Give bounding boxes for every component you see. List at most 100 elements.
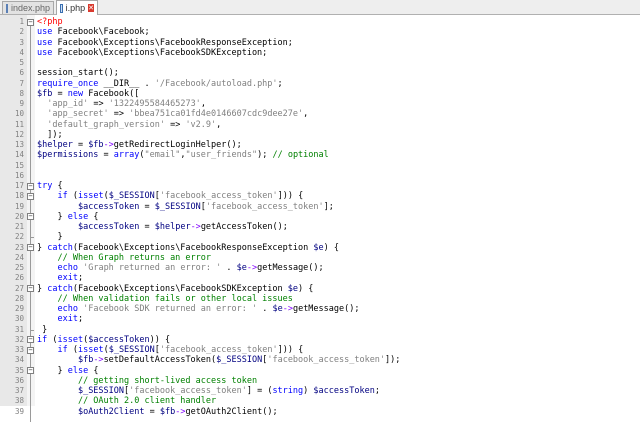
line-number: 33 [0,345,24,355]
code-text: use Facebook\Facebook; [37,27,150,37]
code-text: } catch(Facebook\Exceptions\FacebookResp… [37,243,339,253]
code-line[interactable]: 24 // When Graph returns an error [0,253,640,263]
code-line[interactable]: 31 } [0,325,640,335]
code-line[interactable]: 20 } else { [0,212,640,222]
code-line[interactable]: 8$fb = new Facebook([ [0,89,640,99]
code-text: if (isset($_SESSION['facebook_access_tok… [37,345,303,355]
code-line[interactable]: 1<?php [0,17,640,27]
line-number: 19 [0,202,24,212]
line-number: 22 [0,232,24,242]
code-text: $helper = $fb->getRedirectLoginHelper(); [37,140,242,150]
code-line[interactable]: 21 $accessToken = $helper->getAccessToke… [0,222,640,232]
code-text: echo 'Graph returned an error: ' . $e->g… [37,263,324,273]
tab-i-php[interactable]: i.php ✕ [56,0,98,15]
php-file-icon [6,4,8,13]
code-text: } else { [37,212,98,222]
code-text: $_SESSION['facebook_access_token'] = (st… [37,386,380,396]
line-number: 20 [0,212,24,222]
code-line[interactable]: 14 $permissions = array("email","user_fri… [0,150,640,160]
code-line[interactable]: 18 if (isset($_SESSION['facebook_access_… [0,191,640,201]
code-text: // When validation fails or other local … [37,294,293,304]
code-text: 'default_graph_version' => 'v2.9', [37,120,221,130]
code-line[interactable]: 30 exit; [0,314,640,324]
code-line[interactable]: 4use Facebook\Exceptions\FacebookSDKExce… [0,48,640,58]
code-line[interactable]: 27 } catch(Facebook\Exceptions\FacebookSD… [0,284,640,294]
line-number: 27 [0,284,24,294]
code-line[interactable]: 36 // getting short-lived access token [0,376,640,386]
line-number: 28 [0,294,24,304]
code-text: 'app_secret' => 'bbea751ca01fd4e0146607c… [37,109,308,119]
code-line[interactable]: 26 exit; [0,273,640,283]
code-line[interactable]: 5 [0,58,640,68]
code-text: if (isset($_SESSION['facebook_access_tok… [37,191,303,201]
code-text: require_once __DIR__ . '/Facebook/autolo… [37,79,283,89]
code-line[interactable]: 17try { [0,181,640,191]
code-text: // When Graph returns an error [37,253,211,263]
line-number: 17 [0,181,24,191]
code-text: $accessToken = $_SESSION['facebook_acces… [37,202,334,212]
close-icon[interactable]: ✕ [88,4,94,12]
code-line[interactable]: 29 echo 'Facebook SDK returned an error:… [0,304,640,314]
line-number: 10 [0,109,24,119]
code-line[interactable]: 7require_once __DIR__ . '/Facebook/autol… [0,79,640,89]
code-line[interactable]: 9 'app_id' => '1322495584465273', [0,99,640,109]
code-text: // getting short-lived access token [37,376,257,386]
code-line[interactable]: 22 } [0,232,640,242]
line-number: 32 [0,335,24,345]
code-line[interactable]: 6session_start(); [0,68,640,78]
line-number: 9 [0,99,24,109]
code-line[interactable]: 12 ]); [0,130,640,140]
code-text: $accessToken = $helper->getAccessToken()… [37,222,288,232]
php-file-icon [60,4,63,13]
code-text: exit; [37,273,83,283]
line-number: 35 [0,366,24,376]
code-line[interactable]: 28 // When validation fails or other loc… [0,294,640,304]
code-text: } else { [37,366,98,376]
line-number: 36 [0,376,24,386]
code-line[interactable]: 37 $_SESSION['facebook_access_token'] = … [0,386,640,396]
line-number: 2 [0,27,24,37]
code-line[interactable]: 25 echo 'Graph returned an error: ' . $e… [0,263,640,273]
line-number: 23 [0,243,24,253]
line-number: 29 [0,304,24,314]
code-line[interactable]: 32 if (isset($accessToken)) { [0,335,640,345]
code-text: $permissions = array("email","user_frien… [37,150,329,160]
code-text: use Facebook\Exceptions\FacebookResponse… [37,38,293,48]
code-text: if (isset($accessToken)) { [37,335,170,345]
line-number: 31 [0,325,24,335]
code-line[interactable]: 2 use Facebook\Facebook; [0,27,640,37]
code-editor[interactable]: −−−−−−−−− 1<?php2use Facebook\Facebook;3… [0,15,640,406]
code-text: } [37,232,63,242]
code-line[interactable]: 33 if (isset($_SESSION['facebook_access_… [0,345,640,355]
code-line[interactable]: 35 } else { [0,366,640,376]
line-number: 34 [0,355,24,365]
code-line[interactable]: 10 'app_secret' => 'bbea751ca01fd4e01466… [0,109,640,119]
code-line[interactable]: 23 } catch(Facebook\Exceptions\FacebookRe… [0,243,640,253]
code-line[interactable]: 19 $accessToken = $_SESSION['facebook_ac… [0,202,640,212]
tab-index-php[interactable]: index.php [2,1,54,14]
code-line[interactable]: 16 [0,171,640,181]
line-number: 16 [0,171,24,181]
code-line[interactable]: 11 'default_graph_version' => 'v2.9', [0,120,640,130]
code-line[interactable]: 3use Facebook\Exceptions\FacebookRespons… [0,38,640,48]
code-line[interactable]: 34 $fb->setDefaultAccessToken($_SESSION[… [0,355,640,365]
line-number: 5 [0,58,24,68]
code-line[interactable]: 39 $oAuth2Client = $fb->getOAuth2Client(… [0,407,640,417]
code-line[interactable]: 13$helper = $fb->getRedirectLoginHelper(… [0,140,640,150]
code-text: } catch(Facebook\Exceptions\FacebookSDKE… [37,284,313,294]
line-number: 14 [0,150,24,160]
line-number: 38 [0,396,24,406]
code-text: session_start(); [37,68,119,78]
line-number: 21 [0,222,24,232]
code-line[interactable]: 15 [0,161,640,171]
code-line[interactable]: 38 // OAuth 2.0 client handler [0,396,640,406]
line-number: 30 [0,314,24,324]
code-text: ]); [37,130,63,140]
line-number: 4 [0,48,24,58]
line-number: 1 [0,17,24,27]
tab-label: i.php [66,3,86,13]
code-text: $fb = new Facebook([ [37,89,139,99]
line-number: 37 [0,386,24,396]
line-number: 39 [0,407,24,417]
code-text: echo 'Facebook SDK returned an error: ' … [37,304,359,314]
